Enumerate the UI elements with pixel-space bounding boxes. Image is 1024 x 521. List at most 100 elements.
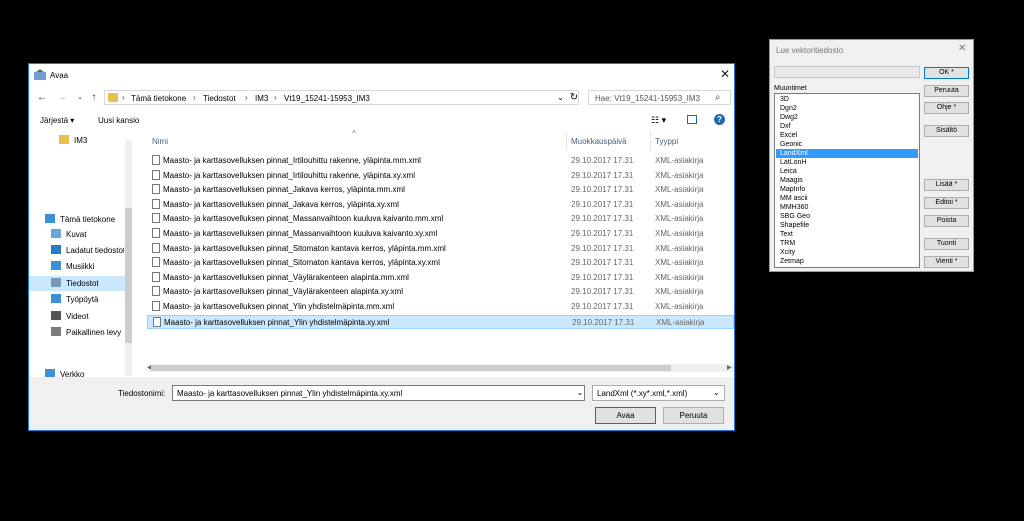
preview-pane-icon[interactable] [687, 115, 697, 124]
search-box[interactable]: Hae: Vt19_15241-15953_IM3 ⌕ [588, 90, 731, 105]
sidebar-item[interactable]: Paikallinen levy [29, 325, 125, 340]
format-item[interactable]: Dgn2 [776, 104, 918, 113]
file-name: Maasto- ja karttasovelluksen pinnat_Jaka… [163, 199, 399, 209]
file-row[interactable]: Maasto- ja karttasovelluksen pinnat_Mass… [147, 212, 734, 226]
organize-button[interactable]: Järjestä ▾ [40, 116, 74, 125]
format-item[interactable]: Excel [776, 131, 918, 140]
vector-cancel-button[interactable]: Peruuta [924, 85, 969, 97]
format-item[interactable]: Geonic [776, 140, 918, 149]
sidebar-item[interactable]: Ladatut tiedostot [29, 243, 125, 258]
recent-dropdown-icon[interactable]: ⌄ [73, 91, 87, 105]
search-input[interactable]: Hae: Vt19_15241-15953_IM3 [595, 94, 700, 103]
up-arrow-icon[interactable]: ↑ [87, 91, 101, 105]
file-name: Maasto- ja karttasovelluksen pinnat_Sito… [163, 258, 440, 268]
file-name: Maasto- ja karttasovelluksen pinnat_Mass… [163, 214, 444, 224]
file-row[interactable]: Maasto- ja karttasovelluksen pinnat_Irti… [147, 154, 734, 168]
filename-input[interactable]: Maasto- ja karttasovelluksen pinnat_Ylin… [172, 385, 585, 401]
format-item[interactable]: Zetmap [776, 257, 918, 266]
forward-arrow-icon[interactable]: → [55, 91, 69, 105]
filetype-dropdown-icon[interactable]: ⌄ [713, 388, 720, 397]
open-button[interactable]: Avaa [595, 407, 656, 424]
column-header-name[interactable]: Nimi [152, 137, 168, 146]
sidebar-item[interactable]: Tiedostot [29, 276, 125, 291]
export-button[interactable]: Vienti * [924, 256, 969, 268]
view-options-icon[interactable]: ☷ ▾ [651, 115, 666, 126]
file-row[interactable]: Maasto- ja karttasovelluksen pinnat_Sito… [147, 242, 734, 256]
breadcrumb-current-folder[interactable]: Vt19_15241-15953_IM3 [284, 94, 370, 103]
file-type: XML-asiakirja [655, 272, 704, 282]
formats-label: Muuntimet [774, 85, 807, 92]
format-item[interactable]: MMH360 [776, 203, 918, 212]
app-icon [34, 69, 46, 80]
format-item[interactable]: LandXml [776, 149, 918, 158]
navigation-pane: IM3 Tämä tietokone Kuvat Ladatut tiedostot M… [29, 132, 133, 379]
vector-path-field[interactable] [774, 66, 920, 78]
help-button[interactable]: Ohje * [924, 102, 969, 114]
format-item[interactable]: Shapefile [776, 221, 918, 230]
format-item[interactable]: MM ascii [776, 194, 918, 203]
file-row[interactable]: Maasto- ja karttasovelluksen pinnat_Ylin… [147, 314, 734, 329]
file-row[interactable]: Maasto- ja karttasovelluksen pinnat_Väyl… [147, 285, 734, 299]
close-icon[interactable]: ✕ [958, 43, 966, 54]
edit-button[interactable]: Editoi * [924, 197, 969, 209]
import-button[interactable]: Tuonti [924, 238, 969, 250]
format-item[interactable]: Dxf [776, 122, 918, 131]
format-item[interactable]: SBG Geo [776, 212, 918, 221]
file-row[interactable]: Maasto- ja karttasovelluksen pinnat_Irti… [147, 169, 734, 183]
ok-button[interactable]: OK * [924, 67, 969, 79]
new-folder-button[interactable]: Uusi kansio [98, 116, 139, 125]
filetype-select[interactable]: LandXml (*.xy*.xml,*.xml) ⌄ [592, 385, 725, 401]
format-item[interactable]: Maagis [776, 176, 918, 185]
nav-scrollbar-thumb[interactable] [125, 208, 132, 343]
sidebar-item[interactable]: Kuvat [29, 227, 125, 242]
file-date: 29.10.2017 17.31 [571, 229, 634, 238]
format-item[interactable]: Xcity [776, 248, 918, 257]
nav-scrollbar[interactable] [125, 140, 132, 376]
sidebar-item[interactable]: Videot [29, 309, 125, 324]
column-divider[interactable] [566, 132, 567, 150]
sidebar-item-label: Videot [66, 312, 89, 321]
sidebar-item-label: Kuvat [66, 230, 87, 239]
breadcrumb-this-pc[interactable]: Tämä tietokone [131, 94, 186, 103]
column-header-type[interactable]: Tyyppi [655, 137, 678, 146]
cancel-button[interactable]: Peruuta [663, 407, 724, 424]
file-row[interactable]: Maasto- ja karttasovelluksen pinnat_Ylin… [147, 300, 734, 314]
search-icon[interactable]: ⌕ [715, 92, 721, 103]
column-header-modified[interactable]: Muokkauspäivä [571, 137, 627, 146]
help-icon[interactable]: ? [714, 114, 725, 125]
remove-button[interactable]: Poista [924, 215, 969, 227]
column-divider[interactable] [650, 132, 651, 150]
file-row[interactable]: Maasto- ja karttasovelluksen pinnat_Jaka… [147, 183, 734, 197]
file-date: 29.10.2017 17.31 [571, 302, 634, 311]
address-bar[interactable]: › Tämä tietokone › Tiedostot › IM3 › Vt1… [104, 90, 579, 105]
breadcrumb-im3[interactable]: IM3 [255, 94, 268, 103]
file-row[interactable]: Maasto- ja karttasovelluksen pinnat_Mass… [147, 227, 734, 241]
formats-list[interactable]: 3D Dgn2 Dwg2 Dxf Excel Geonic LandXml LatLonH Le… [774, 93, 920, 268]
format-item[interactable]: Leica [776, 167, 918, 176]
file-row[interactable]: Maasto- ja karttasovelluksen pinnat_Sito… [147, 256, 734, 270]
scroll-right-icon[interactable]: ▶ [727, 364, 732, 371]
horizontal-scrollbar[interactable]: ◀ ▶ [147, 364, 734, 372]
sidebar-item[interactable]: IM3 [37, 133, 133, 148]
refresh-icon[interactable]: ↻ [567, 90, 581, 105]
add-button[interactable]: Lisää * [924, 179, 969, 191]
format-item[interactable]: TRM [776, 239, 918, 248]
address-dropdown-icon[interactable]: ⌄ [555, 90, 566, 105]
format-item[interactable]: MapInfo [776, 185, 918, 194]
file-row[interactable]: Maasto- ja karttasovelluksen pinnat_Jaka… [147, 198, 734, 212]
horizontal-scrollbar-thumb[interactable] [151, 365, 671, 371]
sidebar-item[interactable]: Työpöytä [29, 292, 125, 307]
contents-button[interactable]: Sisältö [924, 125, 969, 137]
sidebar-item[interactable]: Tämä tietokone [23, 212, 119, 227]
format-item[interactable]: Dwg2 [776, 113, 918, 122]
filename-dropdown-icon[interactable]: ⌄ [575, 385, 585, 401]
format-item[interactable]: 3D [776, 95, 918, 104]
format-item[interactable]: LatLonH [776, 158, 918, 167]
xml-file-icon [152, 169, 160, 180]
breadcrumb-documents[interactable]: Tiedostot [203, 94, 236, 103]
close-icon[interactable]: ✕ [719, 68, 731, 80]
sidebar-item[interactable]: Musiikki [29, 259, 125, 274]
file-row[interactable]: Maasto- ja karttasovelluksen pinnat_Väyl… [147, 271, 734, 285]
format-item[interactable]: Text [776, 230, 918, 239]
back-arrow-icon[interactable]: ← [35, 91, 49, 105]
